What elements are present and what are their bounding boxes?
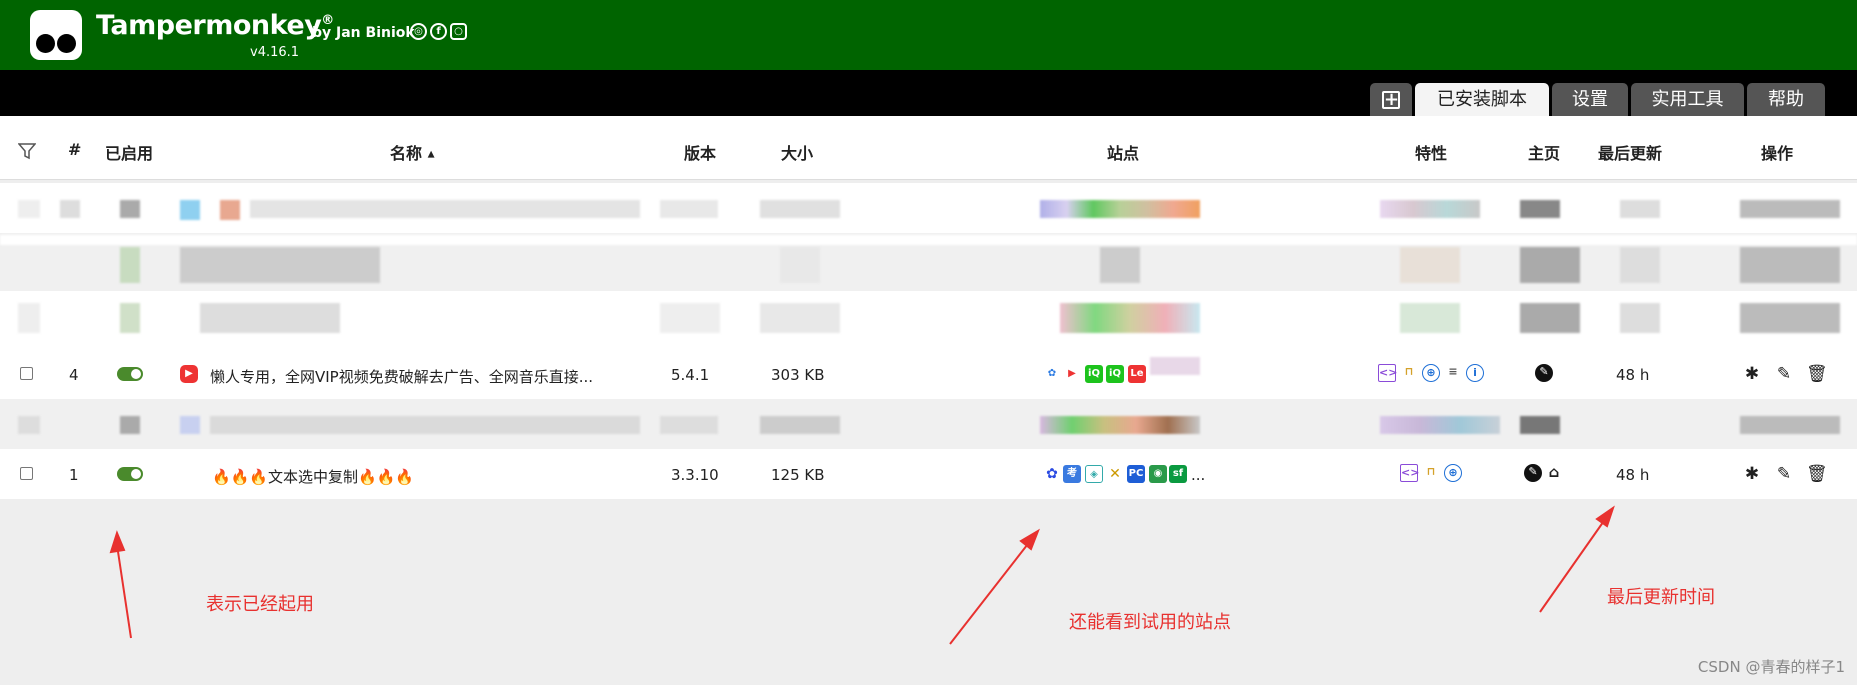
annotation-updated: 最后更新时间 <box>1607 587 1715 608</box>
annotation-arrows <box>109 505 1615 645</box>
annotation-sites: 还能看到试用的站点 <box>1069 612 1231 633</box>
csdn-watermark: CSDN @青春的样子1 <box>1697 658 1845 676</box>
annotation-enabled: 表示已经起用 <box>206 594 314 615</box>
